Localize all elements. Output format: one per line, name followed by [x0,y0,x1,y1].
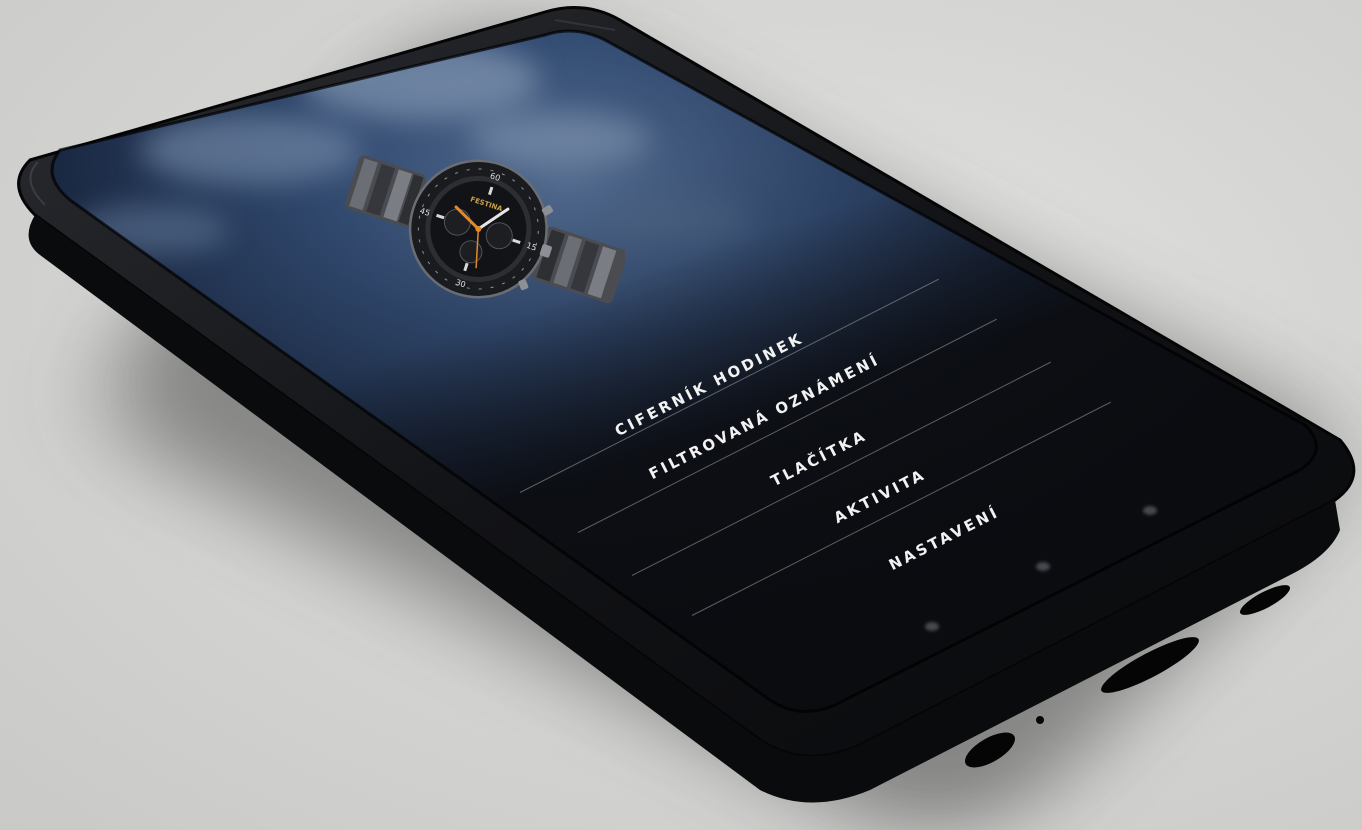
phone: FESTINA 60 15 30 45 CIFERNÍK HODINEK FIL… [0,0,1362,830]
nav-home-button[interactable] [1036,562,1050,571]
nav-recents-button[interactable] [1143,506,1157,515]
nav-back-button[interactable] [925,622,939,631]
watch-image: FESTINA 60 15 30 45 [345,155,625,304]
phone-frame [17,6,1356,803]
